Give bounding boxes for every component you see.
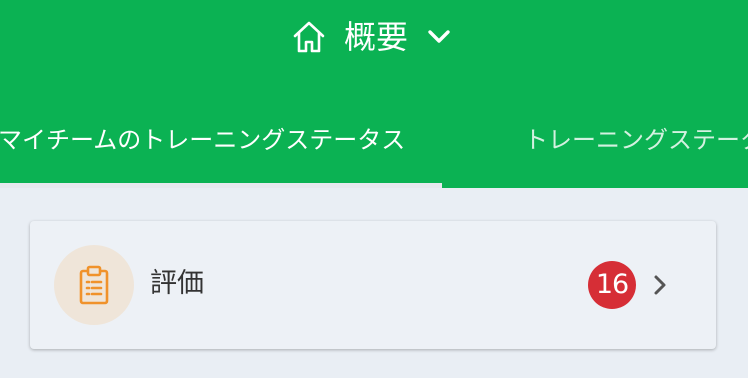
view-selector[interactable]: 概要 bbox=[290, 17, 452, 57]
clipboard-icon bbox=[79, 265, 109, 305]
title-bar: 概要 bbox=[0, 0, 748, 76]
tab-my-team-training-status[interactable]: マイチームのトレーニングステータス bbox=[0, 110, 405, 170]
tab-training-status[interactable]: トレーニングステータス bbox=[524, 110, 748, 170]
count-badge: 16 bbox=[588, 261, 636, 309]
active-tab-indicator bbox=[0, 183, 442, 188]
tab-bar: マイチームのトレーニングステータス トレーニングステータス bbox=[0, 110, 748, 188]
app-header: 概要 マイチームのトレーニングステータス トレーニングステータス bbox=[0, 0, 748, 188]
chevron-right-icon bbox=[654, 275, 666, 295]
home-icon bbox=[293, 21, 325, 53]
card-icon-circle bbox=[54, 245, 134, 325]
card-label: 評価 bbox=[150, 268, 204, 299]
evaluation-card[interactable]: 評価 16 bbox=[30, 221, 716, 349]
chevron-down-icon bbox=[428, 30, 450, 43]
page-title: 概要 bbox=[344, 18, 409, 56]
